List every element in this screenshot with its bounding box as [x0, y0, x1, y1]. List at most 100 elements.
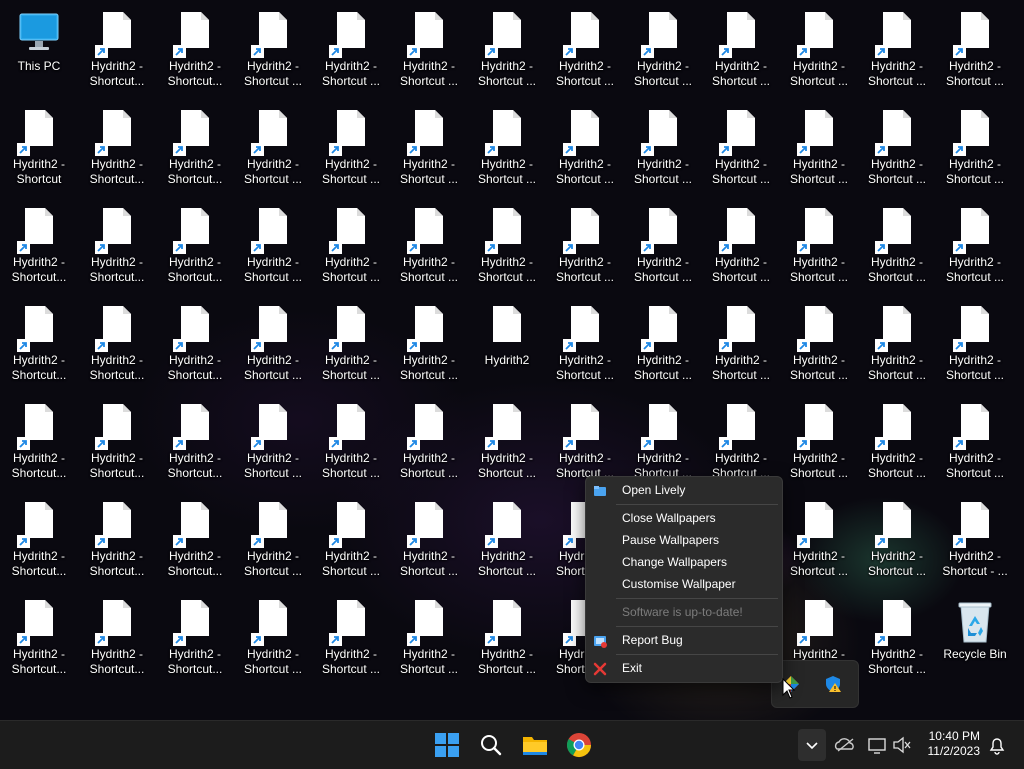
hydrith2-shortcut-icon[interactable]: Hydrith2 - Shortcut ... [937, 300, 1013, 394]
hydrith2-shortcut-icon[interactable]: Hydrith2 - Shortcut ... [781, 496, 857, 590]
hydrith2-shortcut-icon[interactable]: Hydrith2 - Shortcut ... [391, 398, 467, 492]
hydrith2-shortcut-icon[interactable]: Hydrith2 [469, 300, 545, 394]
hydrith2-shortcut-icon[interactable]: Hydrith2 - Shortcut... [157, 496, 233, 590]
hydrith2-shortcut-icon[interactable]: Hydrith2 - Shortcut ... [937, 202, 1013, 296]
hydrith2-shortcut-icon[interactable]: Hydrith2 - Shortcut... [157, 104, 233, 198]
hydrith2-shortcut-icon[interactable]: Hydrith2 - Shortcut... [157, 398, 233, 492]
hydrith2-shortcut-icon[interactable]: Hydrith2 - Shortcut... [157, 6, 233, 100]
recycle-bin-icon[interactable]: Recycle Bin [937, 594, 1013, 688]
hydrith2-shortcut-icon[interactable]: Hydrith2 - Shortcut [1, 104, 77, 198]
hydrith2-shortcut-icon[interactable]: Hydrith2 - Shortcut ... [313, 496, 389, 590]
hydrith2-shortcut-icon[interactable]: Hydrith2 - Shortcut ... [625, 104, 701, 198]
hydrith2-shortcut-icon[interactable]: Hydrith2 - Shortcut ... [313, 398, 389, 492]
menu-item-change-wallpapers[interactable]: Change Wallpapers [586, 551, 782, 573]
hydrith2-shortcut-icon[interactable]: Hydrith2 - Shortcut ... [391, 496, 467, 590]
hydrith2-shortcut-icon[interactable]: Hydrith2 - Shortcut ... [625, 202, 701, 296]
security-warning-icon[interactable] [824, 675, 842, 693]
hydrith2-shortcut-icon[interactable]: Hydrith2 - Shortcut ... [547, 104, 623, 198]
hydrith2-shortcut-icon[interactable]: Hydrith2 - Shortcut ... [469, 496, 545, 590]
hydrith2-shortcut-icon[interactable]: Hydrith2 - Shortcut... [79, 300, 155, 394]
search-icon[interactable] [475, 729, 507, 761]
hydrith2-shortcut-icon[interactable]: Hydrith2 - Shortcut ... [313, 104, 389, 198]
hydrith2-shortcut-icon[interactable]: Hydrith2 - Shortcut... [79, 594, 155, 688]
notification-bell-icon[interactable] [986, 729, 1008, 761]
hydrith2-shortcut-icon[interactable]: Hydrith2 - Shortcut ... [469, 104, 545, 198]
hydrith2-shortcut-icon[interactable]: Hydrith2 - Shortcut ... [391, 6, 467, 100]
hydrith2-shortcut-icon[interactable]: Hydrith2 - Shortcut ... [781, 104, 857, 198]
hydrith2-shortcut-icon[interactable]: Hydrith2 - Shortcut ... [781, 202, 857, 296]
hydrith2-shortcut-icon[interactable]: Hydrith2 - Shortcut ... [391, 104, 467, 198]
hydrith2-shortcut-icon[interactable]: Hydrith2 - Shortcut... [79, 6, 155, 100]
hydrith2-shortcut-icon[interactable]: Hydrith2 - Shortcut - ... [937, 496, 1013, 590]
hydrith2-shortcut-icon[interactable]: Hydrith2 - Shortcut ... [235, 300, 311, 394]
volume-muted-icon[interactable] [891, 729, 913, 761]
hydrith2-shortcut-icon[interactable]: Hydrith2 - Shortcut ... [859, 496, 935, 590]
hydrith2-shortcut-icon[interactable]: Hydrith2 - Shortcut... [79, 398, 155, 492]
hydrith2-shortcut-icon[interactable]: Hydrith2 - Shortcut ... [781, 6, 857, 100]
hydrith2-shortcut-icon[interactable]: Hydrith2 - Shortcut ... [313, 594, 389, 688]
hydrith2-shortcut-icon[interactable]: Hydrith2 - Shortcut... [79, 202, 155, 296]
hydrith2-shortcut-icon[interactable]: Hydrith2 - Shortcut ... [313, 300, 389, 394]
hydrith2-shortcut-icon[interactable]: Hydrith2 - Shortcut... [157, 300, 233, 394]
hydrith2-shortcut-icon[interactable]: Hydrith2 - Shortcut ... [391, 202, 467, 296]
hydrith2-shortcut-icon[interactable]: Hydrith2 - Shortcut ... [937, 398, 1013, 492]
hydrith2-shortcut-icon[interactable]: Hydrith2 - Shortcut ... [391, 594, 467, 688]
hydrith2-shortcut-icon[interactable]: Hydrith2 - Shortcut ... [391, 300, 467, 394]
menu-item-open-lively[interactable]: Open Lively [586, 479, 782, 501]
hydrith2-shortcut-icon[interactable]: Hydrith2 - Shortcut ... [469, 594, 545, 688]
hydrith2-shortcut-icon[interactable]: Hydrith2 - Shortcut... [1, 202, 77, 296]
hydrith2-shortcut-icon[interactable]: Hydrith2 - Shortcut ... [235, 496, 311, 590]
hydrith2-shortcut-icon[interactable]: Hydrith2 - Shortcut ... [469, 202, 545, 296]
hydrith2-shortcut-icon[interactable]: Hydrith2 - Shortcut ... [781, 300, 857, 394]
hydrith2-shortcut-icon[interactable]: Hydrith2 - Shortcut ... [937, 6, 1013, 100]
menu-item-exit[interactable]: Exit [586, 657, 782, 679]
this-pc-icon[interactable]: This PC [1, 6, 77, 100]
hydrith2-shortcut-icon[interactable]: Hydrith2 - Shortcut ... [703, 6, 779, 100]
hydrith2-shortcut-icon[interactable]: Hydrith2 - Shortcut ... [703, 300, 779, 394]
hydrith2-shortcut-icon[interactable]: Hydrith2 - Shortcut ... [781, 398, 857, 492]
windows-start-icon[interactable] [431, 729, 463, 761]
hydrith2-shortcut-icon[interactable]: Hydrith2 - Shortcut ... [469, 6, 545, 100]
hydrith2-shortcut-icon[interactable]: Hydrith2 - Shortcut... [79, 496, 155, 590]
hydrith2-shortcut-icon[interactable]: Hydrith2 - Shortcut ... [235, 6, 311, 100]
hydrith2-shortcut-icon[interactable]: Hydrith2 - Shortcut ... [859, 300, 935, 394]
hydrith2-shortcut-icon[interactable]: Hydrith2 - Shortcut ... [859, 6, 935, 100]
hydrith2-shortcut-icon[interactable]: Hydrith2 - Shortcut ... [859, 398, 935, 492]
hydrith2-shortcut-icon[interactable]: Hydrith2 - Shortcut ... [235, 594, 311, 688]
hydrith2-shortcut-icon[interactable]: Hydrith2 - Shortcut... [157, 202, 233, 296]
taskbar-clock[interactable]: 10:40 PM 11/2/2023 [928, 729, 981, 759]
menu-item-report-bug[interactable]: Report Bug [586, 629, 782, 651]
hydrith2-shortcut-icon[interactable]: Hydrith2 - Shortcut ... [703, 104, 779, 198]
hydrith2-shortcut-icon[interactable]: Hydrith2 - Shortcut... [1, 300, 77, 394]
hydrith2-shortcut-icon[interactable]: Hydrith2 - Shortcut ... [625, 6, 701, 100]
menu-item-pause-wallpapers[interactable]: Pause Wallpapers [586, 529, 782, 551]
hydrith2-shortcut-icon[interactable]: Hydrith2 - Shortcut ... [547, 300, 623, 394]
hydrith2-shortcut-icon[interactable]: Hydrith2 - Shortcut... [157, 594, 233, 688]
hydrith2-shortcut-icon[interactable]: Hydrith2 - Shortcut ... [235, 202, 311, 296]
hydrith2-shortcut-icon[interactable]: Hydrith2 - Shortcut ... [235, 104, 311, 198]
hydrith2-shortcut-icon[interactable]: Hydrith2 - Shortcut... [1, 594, 77, 688]
menu-item-close-wallpapers[interactable]: Close Wallpapers [586, 507, 782, 529]
desktop[interactable]: This PC Hydrith2 - Shortcut... Hydrith2 -… [0, 0, 1024, 720]
onedrive-icon[interactable] [834, 729, 856, 761]
hydrith2-shortcut-icon[interactable]: Hydrith2 - Shortcut ... [313, 202, 389, 296]
menu-item-customise-wallpaper[interactable]: Customise Wallpaper [586, 573, 782, 595]
hydrith2-shortcut-icon[interactable]: Hydrith2 - Shortcut ... [859, 104, 935, 198]
hydrith2-shortcut-icon[interactable]: Hydrith2 - Shortcut ... [937, 104, 1013, 198]
hydrith2-shortcut-icon[interactable]: Hydrith2 - Shortcut ... [547, 6, 623, 100]
hydrith2-shortcut-icon[interactable]: Hydrith2 - Shortcut ... [313, 6, 389, 100]
hydrith2-shortcut-icon[interactable]: Hydrith2 - Shortcut ... [859, 202, 935, 296]
hydrith2-shortcut-icon[interactable]: Hydrith2 - Shortcut ... [703, 202, 779, 296]
hydrith2-shortcut-icon[interactable]: Hydrith2 - Shortcut ... [625, 300, 701, 394]
chrome-icon[interactable] [563, 729, 595, 761]
hydrith2-shortcut-icon[interactable]: Hydrith2 - Shortcut ... [547, 202, 623, 296]
network-icon[interactable] [866, 729, 888, 761]
chevron-up-icon[interactable] [798, 729, 826, 761]
hydrith2-shortcut-icon[interactable]: Hydrith2 - Shortcut ... [859, 594, 935, 688]
hydrith2-shortcut-icon[interactable]: Hydrith2 - Shortcut ... [469, 398, 545, 492]
hydrith2-shortcut-icon[interactable]: Hydrith2 - Shortcut... [79, 104, 155, 198]
hydrith2-shortcut-icon[interactable]: Hydrith2 - Shortcut ... [235, 398, 311, 492]
hydrith2-shortcut-icon[interactable]: Hydrith2 - Shortcut... [1, 496, 77, 590]
file-explorer-icon[interactable] [519, 729, 551, 761]
hydrith2-shortcut-icon[interactable]: Hydrith2 - Shortcut... [1, 398, 77, 492]
